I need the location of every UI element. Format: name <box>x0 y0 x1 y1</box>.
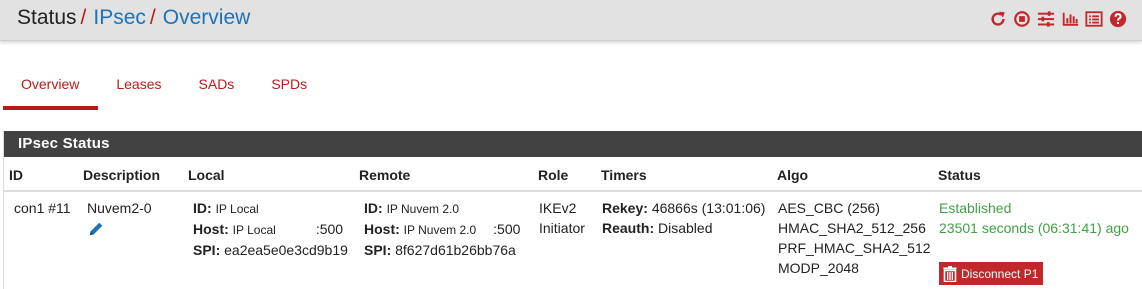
ipsec-status-panel: IPsec Status ID Description Local Remote… <box>3 131 1142 289</box>
edit-pencil-icon[interactable] <box>87 220 105 238</box>
role-version: IKEv2 <box>539 200 577 216</box>
help-icon[interactable] <box>1109 10 1127 28</box>
sliders-icon[interactable] <box>1037 10 1055 28</box>
cell-role: IKEv2 Initiator <box>533 191 596 287</box>
rekey-value: 46866s (13:01:06) <box>651 200 766 216</box>
rekey-label: Rekey: <box>602 200 648 216</box>
cell-id: con1 #11 <box>14 200 71 216</box>
table-row: con1 #11 Nuvem2-0 ID: IP Local Host: IP … <box>4 191 1142 287</box>
reauth-label: Reauth: <box>602 220 655 236</box>
role-type: Initiator <box>539 220 585 236</box>
list-icon[interactable] <box>1085 10 1103 28</box>
description-text: Nuvem2-0 <box>87 200 152 216</box>
tab-leases[interactable]: Leases <box>98 62 180 110</box>
local-host-label: Host: <box>193 221 229 237</box>
trash-icon <box>943 265 957 282</box>
remote-port: :500 <box>493 221 521 237</box>
tab-overview[interactable]: Overview <box>3 62 99 110</box>
local-spi-value: ea2ea5e0e3cd9b19 <box>224 242 348 258</box>
cell-algo: AES_CBC (256) HMAC_SHA2_512_256 PRF_HMAC… <box>772 191 933 287</box>
panel-title: IPsec Status <box>4 131 1142 157</box>
header-actions <box>989 10 1127 28</box>
local-spi-label: SPI: <box>193 242 221 258</box>
remote-spi-label: SPI: <box>364 242 392 258</box>
tab-spds[interactable]: SPDs <box>253 62 326 110</box>
cell-timers: Rekey: 46866s (13:01:06) Reauth: Disable… <box>596 191 772 287</box>
ipsec-status-table: ID Description Local Remote Role Timers … <box>4 157 1142 287</box>
breadcrumb-overview-link[interactable]: Overview <box>163 6 251 29</box>
breadcrumb-ipsec-link[interactable]: IPsec <box>93 6 146 29</box>
table-header-row: ID Description Local Remote Role Timers … <box>4 157 1142 192</box>
local-host-value: IP Local <box>232 223 276 237</box>
remote-spi-value: 8f627d61b26bb76a <box>395 242 516 258</box>
breadcrumb-separator: / <box>149 6 156 29</box>
remote-host-value: IP Nuvem 2.0 <box>403 223 477 237</box>
cell-local: ID: IP Local Host: IP Local :500 SPI: ea2… <box>183 191 354 287</box>
column-header-remote: Remote <box>354 157 533 192</box>
column-header-role: Role <box>533 157 596 192</box>
remote-host-label: Host: <box>364 221 400 237</box>
status-duration: 23501 seconds (06:31:41) ago <box>939 220 1129 236</box>
disconnect-p1-label: Disconnect P1 <box>961 266 1039 281</box>
stop-icon[interactable] <box>1013 10 1031 28</box>
tab-sads[interactable]: SADs <box>181 62 254 110</box>
local-port: :500 <box>315 221 344 237</box>
tab-bar: Overview Leases SADs SPDs <box>3 62 326 110</box>
remote-id-label: ID: <box>364 200 383 216</box>
column-header-algo: Algo <box>772 157 933 192</box>
remote-id-value: IP Nuvem 2.0 <box>386 202 460 216</box>
column-header-status: Status <box>933 157 1142 192</box>
breadcrumb: Status / IPsec / Overview <box>17 5 250 31</box>
column-header-local: Local <box>183 157 354 192</box>
cell-remote: ID: IP Nuvem 2.0 Host: IP Nuvem 2.0:500 … <box>354 191 533 287</box>
column-header-description: Description <box>78 157 183 192</box>
local-id-value: IP Local <box>215 202 259 216</box>
chart-icon[interactable] <box>1061 10 1079 28</box>
algo-integrity: HMAC_SHA2_512_256 <box>778 220 926 236</box>
column-header-id: ID <box>4 157 78 192</box>
disconnect-p1-button[interactable]: Disconnect P1 <box>939 262 1044 285</box>
local-id-label: ID: <box>193 200 212 216</box>
cell-status: Established 23501 seconds (06:31:41) ago <box>933 191 1142 287</box>
page-header: Status / IPsec / Overview <box>0 0 1142 41</box>
reload-icon[interactable] <box>989 10 1007 28</box>
cell-description: Nuvem2-0 <box>78 191 183 287</box>
algo-prf: PRF_HMAC_SHA2_512 <box>778 240 931 256</box>
algo-dh-group: MODP_2048 <box>778 260 859 276</box>
breadcrumb-status: Status <box>17 6 77 29</box>
column-header-timers: Timers <box>596 157 772 192</box>
reauth-value: Disabled <box>658 220 713 236</box>
status-state: Established <box>939 200 1012 216</box>
breadcrumb-separator: / <box>80 6 87 29</box>
algo-encryption: AES_CBC (256) <box>778 200 880 216</box>
